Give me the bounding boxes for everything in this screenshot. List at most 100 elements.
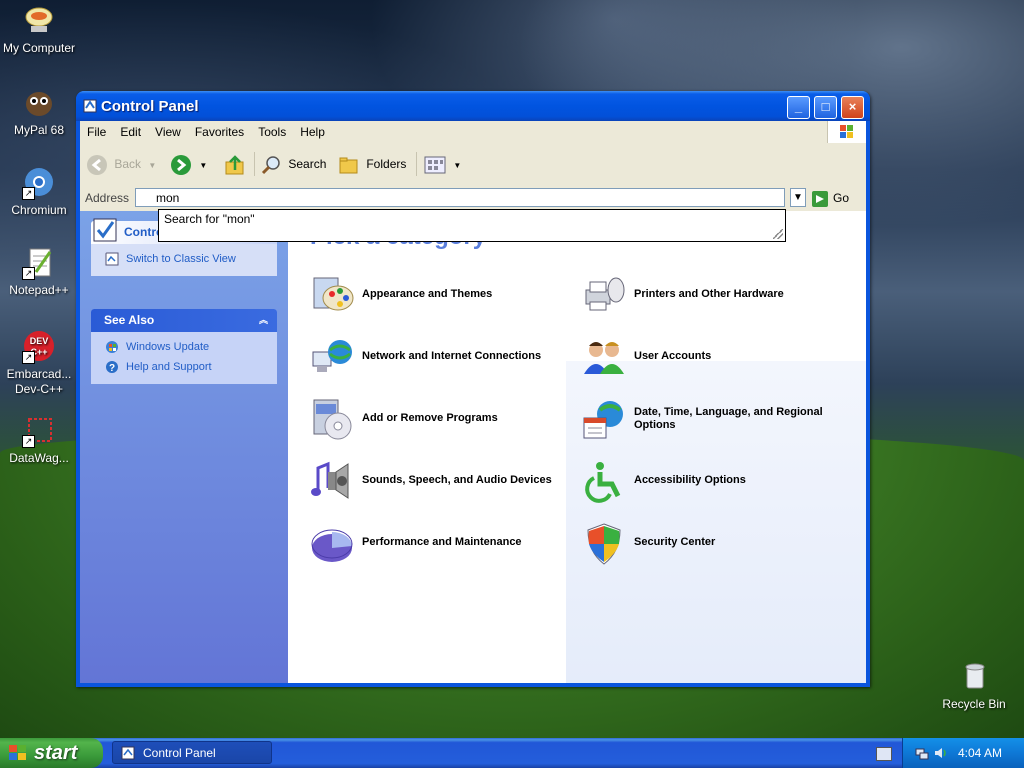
desktop-icon-my-computer[interactable]: My Computer xyxy=(0,4,79,56)
category-network-internet[interactable]: Network and Internet Connections xyxy=(310,336,578,380)
my-computer-icon xyxy=(22,4,56,38)
keyboard-layout-icon[interactable] xyxy=(876,747,892,761)
svg-text:?: ? xyxy=(109,363,115,374)
security-center-icon xyxy=(587,523,621,565)
see-also-section-header[interactable]: See Also ︽ xyxy=(91,309,277,332)
chromium-icon: ↗ xyxy=(22,166,56,200)
control-panel-window: Control Panel _ □ × File Edit View Favorite… xyxy=(76,91,870,687)
views-button[interactable]: ▼ xyxy=(424,152,461,176)
window-titlebar[interactable]: Control Panel _ □ × xyxy=(76,91,870,121)
user-accounts-icon xyxy=(584,342,624,374)
task-pane: Control Panel ︽ Switch to Classic View S… xyxy=(80,211,288,683)
minimize-button[interactable]: _ xyxy=(787,96,810,119)
volume-tray-icon[interactable] xyxy=(933,746,947,760)
mypal-icon xyxy=(22,86,56,120)
accessibility-icon xyxy=(585,462,621,503)
chevron-down-icon: ▼ xyxy=(793,192,803,203)
control-panel-icon xyxy=(121,746,135,760)
category-performance-maintenance[interactable]: Performance and Maintenance xyxy=(310,522,578,566)
desktop-icon-notepadpp[interactable]: ↗ Notepad++ xyxy=(0,246,79,298)
desktop-icon-label: Embarcad... Dev-C++ xyxy=(6,367,72,396)
go-label: Go xyxy=(833,191,850,205)
collapse-chevron-icon[interactable]: ︽ xyxy=(256,314,271,329)
switch-classic-view-link[interactable]: Switch to Classic View xyxy=(105,250,277,270)
folders-icon xyxy=(339,157,358,174)
menu-view[interactable]: View xyxy=(148,121,188,139)
add-remove-programs-icon xyxy=(313,399,352,440)
back-arrow-icon xyxy=(87,154,107,175)
autocomplete-suggestion[interactable]: Search for "mon" xyxy=(164,212,255,226)
desktop-icon-devcpp[interactable]: DEV C++ ↗ Embarcad... Dev-C++ xyxy=(0,330,79,397)
category-label: Security Center xyxy=(634,536,716,548)
toolbar-separator xyxy=(254,152,255,176)
toolbar: Back ▼ ▼ Search Folders ▼ xyxy=(80,143,866,186)
folders-button[interactable]: Folders xyxy=(338,152,406,176)
forward-button[interactable]: ▼ xyxy=(170,152,207,176)
address-dropdown-button[interactable]: ▼ xyxy=(790,188,806,207)
system-clock[interactable]: 4:04 AM xyxy=(958,746,1002,760)
desktop-icon-label: Chromium xyxy=(11,203,67,217)
windows-update-label: Windows Update xyxy=(126,341,210,353)
views-dropdown-icon[interactable]: ▼ xyxy=(453,161,461,170)
datawag-icon: ↗ xyxy=(22,414,56,448)
toolbar-separator xyxy=(416,152,417,176)
help-icon: ? xyxy=(106,361,118,374)
maximize-button[interactable]: □ xyxy=(814,96,837,119)
menu-bar: File Edit View Favorites Tools Help xyxy=(80,121,866,144)
help-support-label: Help and Support xyxy=(126,361,212,373)
taskbar-item-control-panel[interactable]: Control Panel xyxy=(112,741,272,764)
forward-arrow-icon xyxy=(171,154,191,175)
back-button[interactable]: Back ▼ xyxy=(86,152,156,176)
address-autocomplete-dropdown: Search for "mon" xyxy=(158,209,786,242)
category-add-remove-programs[interactable]: Add or Remove Programs xyxy=(310,398,578,442)
resize-grip-icon[interactable] xyxy=(773,229,783,239)
forward-dropdown-icon[interactable]: ▼ xyxy=(199,161,207,170)
menu-help[interactable]: Help xyxy=(293,121,332,139)
desktop-icon-mypal[interactable]: MyPal 68 xyxy=(0,86,79,138)
desktop-icon-datawag[interactable]: ↗ DataWag... xyxy=(0,414,79,466)
category-user-accounts[interactable]: User Accounts xyxy=(582,336,850,380)
devcpp-icon: DEV C++ ↗ xyxy=(22,330,56,364)
address-label: Address xyxy=(85,191,130,205)
go-button[interactable]: Go xyxy=(812,189,862,207)
network-tray-icon[interactable] xyxy=(915,746,929,760)
desktop-icon-label: Notepad++ xyxy=(9,283,69,297)
recycle-bin-icon xyxy=(957,660,991,694)
back-dropdown-icon[interactable]: ▼ xyxy=(148,161,156,170)
category-label: Performance and Maintenance xyxy=(362,536,522,548)
category-security-center[interactable]: Security Center xyxy=(582,522,850,566)
category-accessibility-options[interactable]: Accessibility Options xyxy=(582,460,850,504)
category-printers-hardware[interactable]: Printers and Other Hardware xyxy=(582,274,850,318)
shortcut-arrow-icon: ↗ xyxy=(22,267,35,280)
windows-flag-icon xyxy=(9,745,26,760)
desktop-icon-chromium[interactable]: ↗ Chromium xyxy=(0,166,79,218)
network-icon xyxy=(312,340,352,372)
menu-file[interactable]: File xyxy=(80,121,113,139)
category-pane: Pick a category Appearance and Themes Ne… xyxy=(288,211,866,683)
shortcut-arrow-icon: ↗ xyxy=(22,351,35,364)
menu-tools[interactable]: Tools xyxy=(251,121,293,139)
see-also-section: See Also ︽ Windows Update ? Help and Sup… xyxy=(91,309,277,384)
category-date-time-language[interactable]: Date, Time, Language, and Regional Optio… xyxy=(582,398,850,442)
menu-favorites[interactable]: Favorites xyxy=(188,121,251,139)
up-folder-button[interactable] xyxy=(224,152,246,176)
category-appearance-themes[interactable]: Appearance and Themes xyxy=(310,274,578,318)
desktop-icon-label: MyPal 68 xyxy=(13,123,65,137)
see-also-section-body: Windows Update ? Help and Support xyxy=(91,332,277,384)
category-label: Date, Time, Language, and Regional Optio… xyxy=(634,406,823,431)
desktop-icon-recycle-bin[interactable]: Recycle Bin xyxy=(934,660,1014,712)
control-panel-icon xyxy=(82,98,98,114)
category-label: Accessibility Options xyxy=(634,474,746,486)
start-button[interactable]: start xyxy=(0,738,103,768)
see-also-section-title: See Also xyxy=(104,313,155,327)
search-button[interactable]: Search xyxy=(260,152,326,176)
category-label: Sounds, Speech, and Audio Devices xyxy=(362,474,552,486)
address-input[interactable]: mon xyxy=(135,188,785,207)
menu-edit[interactable]: Edit xyxy=(113,121,148,139)
help-support-link[interactable]: ? Help and Support xyxy=(105,358,277,378)
svg-text:DEV: DEV xyxy=(30,336,49,346)
category-sounds-speech-audio[interactable]: Sounds, Speech, and Audio Devices xyxy=(310,460,578,504)
close-button[interactable]: × xyxy=(841,96,864,119)
windows-update-link[interactable]: Windows Update xyxy=(105,338,277,358)
window-title: Control Panel xyxy=(101,98,199,115)
